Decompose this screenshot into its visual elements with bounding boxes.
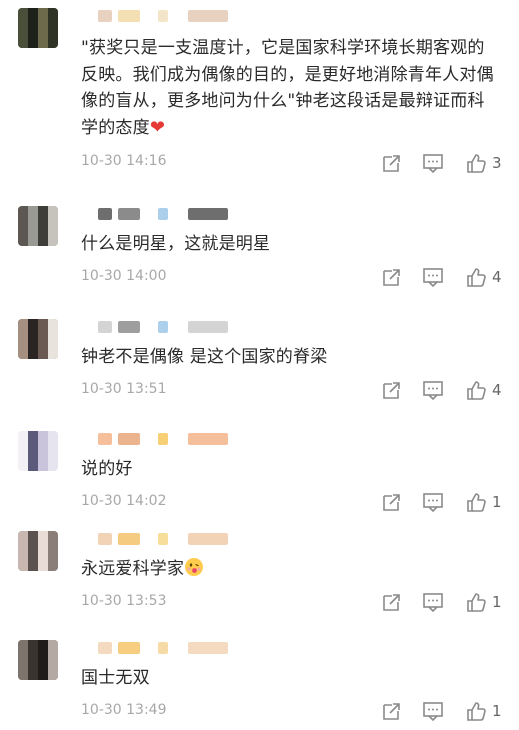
like-count: 1 <box>492 702 502 720</box>
comment-icon[interactable] <box>422 152 444 174</box>
comment-text: 说的好 <box>81 456 501 483</box>
thumbs-up-icon[interactable] <box>465 266 487 288</box>
comment-text-content: 永远爱科学家 <box>81 559 185 579</box>
share-icon[interactable] <box>381 591 403 613</box>
share-icon[interactable] <box>381 379 403 401</box>
username-blurred[interactable] <box>80 10 260 24</box>
blushing-face-emoji-icon <box>184 558 204 579</box>
share-icon[interactable] <box>381 266 403 288</box>
comment-timestamp: 10-30 14:00 <box>81 268 167 284</box>
comment-timestamp: 10-30 14:02 <box>81 493 167 509</box>
share-icon[interactable] <box>381 491 403 513</box>
username-blurred[interactable] <box>80 208 260 222</box>
comment-text: 什么是明星，这就是明星 <box>81 231 501 258</box>
thumbs-up-icon[interactable] <box>465 591 487 613</box>
thumbs-up-icon[interactable] <box>465 152 487 174</box>
avatar[interactable] <box>18 319 58 359</box>
comment-text-content: 钟老不是偶像 是这个国家的脊梁 <box>81 347 328 367</box>
comment-icon[interactable] <box>422 266 444 288</box>
avatar[interactable] <box>18 206 58 246</box>
like-count: 1 <box>492 593 502 611</box>
thumbs-up-icon[interactable] <box>465 700 487 722</box>
thumbs-up-icon[interactable] <box>465 491 487 513</box>
heart-emoji-icon: ❤ <box>149 116 166 138</box>
share-icon[interactable] <box>381 700 403 722</box>
like-count: 3 <box>492 154 502 172</box>
comment-text-content: 什么是明星，这就是明星 <box>81 234 271 254</box>
comment-icon[interactable] <box>422 379 444 401</box>
comment-timestamp: 10-30 13:49 <box>81 702 167 718</box>
username-blurred[interactable] <box>80 533 260 547</box>
comment-text-content: 说的好 <box>81 459 133 479</box>
share-icon[interactable] <box>381 152 403 174</box>
comment-text: 国士无双 <box>81 665 501 692</box>
comment-timestamp: 10-30 13:51 <box>81 381 167 397</box>
comment-item: "获奖只是一支温度计，它是国家科学环境长期客观的反映。我们成为偶像的目的，是更好… <box>0 0 519 182</box>
avatar[interactable] <box>18 640 58 680</box>
comment-timestamp: 10-30 14:16 <box>81 153 167 169</box>
username-blurred[interactable] <box>80 642 260 656</box>
comment-icon[interactable] <box>422 591 444 613</box>
comment-icon[interactable] <box>422 491 444 513</box>
comment-text: 永远爱科学家 <box>81 556 501 583</box>
like-count: 4 <box>492 381 502 399</box>
username-blurred[interactable] <box>80 321 260 335</box>
avatar[interactable] <box>18 531 58 571</box>
like-count: 4 <box>492 268 502 286</box>
comment-text-content: "获奖只是一支温度计，它是国家科学环境长期客观的反映。我们成为偶像的目的，是更好… <box>81 38 494 138</box>
avatar[interactable] <box>18 8 58 48</box>
comment-item: 国士无双 10-30 13:49 1 <box>0 632 519 730</box>
thumbs-up-icon[interactable] <box>465 379 487 401</box>
comment-icon[interactable] <box>422 700 444 722</box>
avatar[interactable] <box>18 431 58 471</box>
comment-text: "获奖只是一支温度计，它是国家科学环境长期客观的反映。我们成为偶像的目的，是更好… <box>81 35 501 141</box>
comment-text: 钟老不是偶像 是这个国家的脊梁 <box>81 344 501 371</box>
comment-item: 说的好 10-30 14:02 1 <box>0 423 519 521</box>
like-count: 1 <box>492 493 502 511</box>
comment-item: 什么是明星，这就是明星 10-30 14:00 4 <box>0 198 519 296</box>
comment-timestamp: 10-30 13:53 <box>81 593 167 609</box>
comment-text-content: 国士无双 <box>81 668 150 688</box>
comment-item: 永远爱科学家 10-30 13:53 1 <box>0 523 519 621</box>
username-blurred[interactable] <box>80 433 260 447</box>
comment-item: 钟老不是偶像 是这个国家的脊梁 10-30 13:51 4 <box>0 311 519 409</box>
